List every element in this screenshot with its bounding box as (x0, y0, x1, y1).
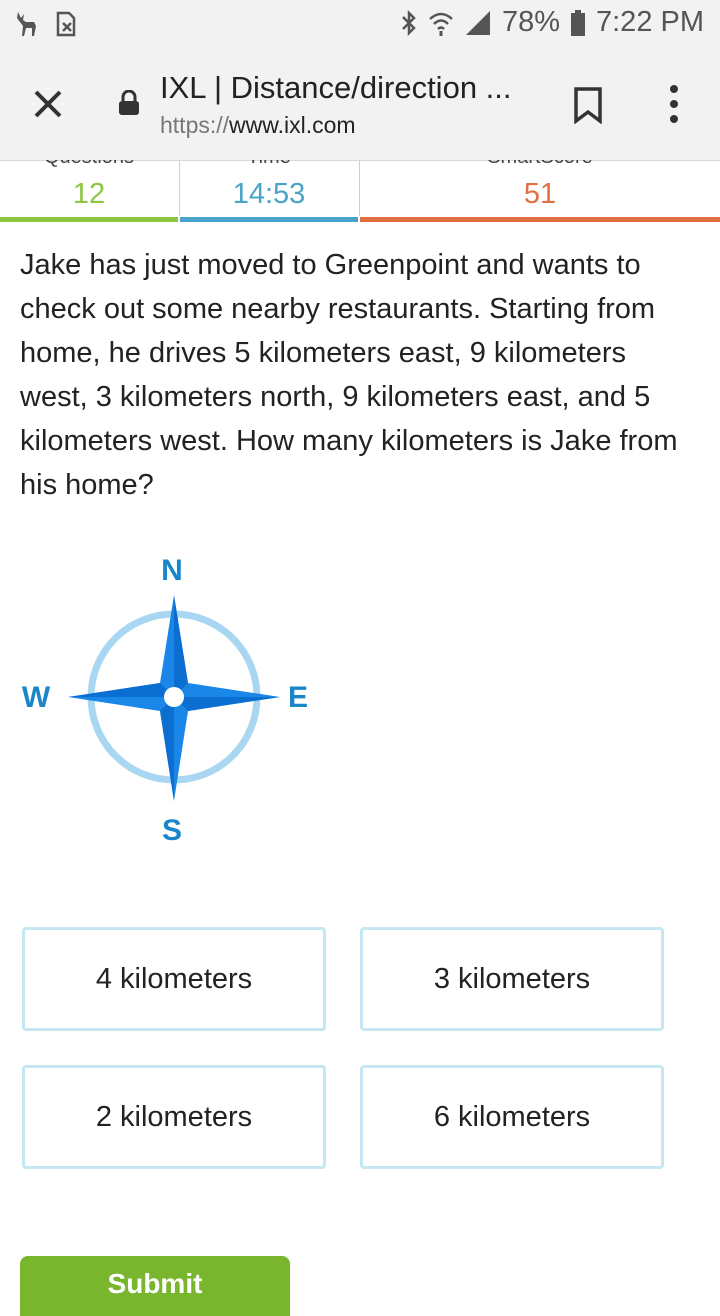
wifi-icon (429, 12, 453, 36)
compass-label-s: S (162, 814, 182, 847)
questions-label: Questions (0, 160, 178, 169)
answer-choice[interactable]: 2 kilometers (22, 1065, 326, 1169)
answer-choice[interactable]: 6 kilometers (360, 1065, 664, 1169)
close-icon[interactable] (28, 84, 68, 124)
smartscore-value: 51 (523, 178, 557, 210)
lock-icon (119, 90, 139, 115)
questions-stat: Questions 12 (0, 160, 178, 222)
time-value: 14:53 (232, 178, 306, 210)
url-host: www.ixl.com (229, 112, 356, 138)
bookmark-icon[interactable] (572, 86, 604, 124)
questions-bar (0, 217, 178, 222)
bluetooth-icon (402, 9, 416, 36)
compass-center (164, 687, 184, 707)
question-text: Jake has just moved to Greenpoint and wa… (20, 249, 678, 501)
smartscore-bar (360, 217, 720, 222)
url-bar[interactable]: https://www.ixl.com (160, 112, 356, 139)
time-bar (180, 217, 358, 222)
compass-label-w: W (22, 681, 51, 714)
smartscore-label: SmartScore (360, 160, 720, 169)
time-label: Time (180, 160, 358, 169)
compass-label-e: E (288, 681, 308, 714)
battery-percent: 78% (501, 6, 560, 38)
time-stat: Time 14:53 (180, 160, 358, 222)
sim-card-x-icon (56, 11, 76, 37)
signal-icon (465, 10, 490, 35)
smartscore-stat: SmartScore 51 (360, 160, 720, 222)
questions-value: 12 (72, 178, 106, 210)
status-bar: 78% 7:22 PM (0, 0, 720, 48)
stats-row: Questions 12 Time 14:53 SmartScore 51 (0, 160, 720, 222)
page-title: IXL | Distance/direction ... (160, 70, 512, 105)
compass-rose: N S E W (22, 554, 308, 847)
browser-toolbar: IXL | Distance/direction ... https://www… (0, 48, 720, 161)
compass-label-n: N (161, 554, 183, 587)
submit-button[interactable]: Submit (20, 1256, 290, 1316)
battery-icon (571, 9, 585, 36)
answer-choice[interactable]: 4 kilometers (22, 927, 326, 1031)
more-options-icon[interactable] (664, 84, 684, 124)
answer-choice[interactable]: 3 kilometers (360, 927, 664, 1031)
url-protocol: https:// (160, 112, 230, 138)
deer-icon (17, 12, 36, 36)
clock: 7:22 PM (596, 6, 704, 38)
